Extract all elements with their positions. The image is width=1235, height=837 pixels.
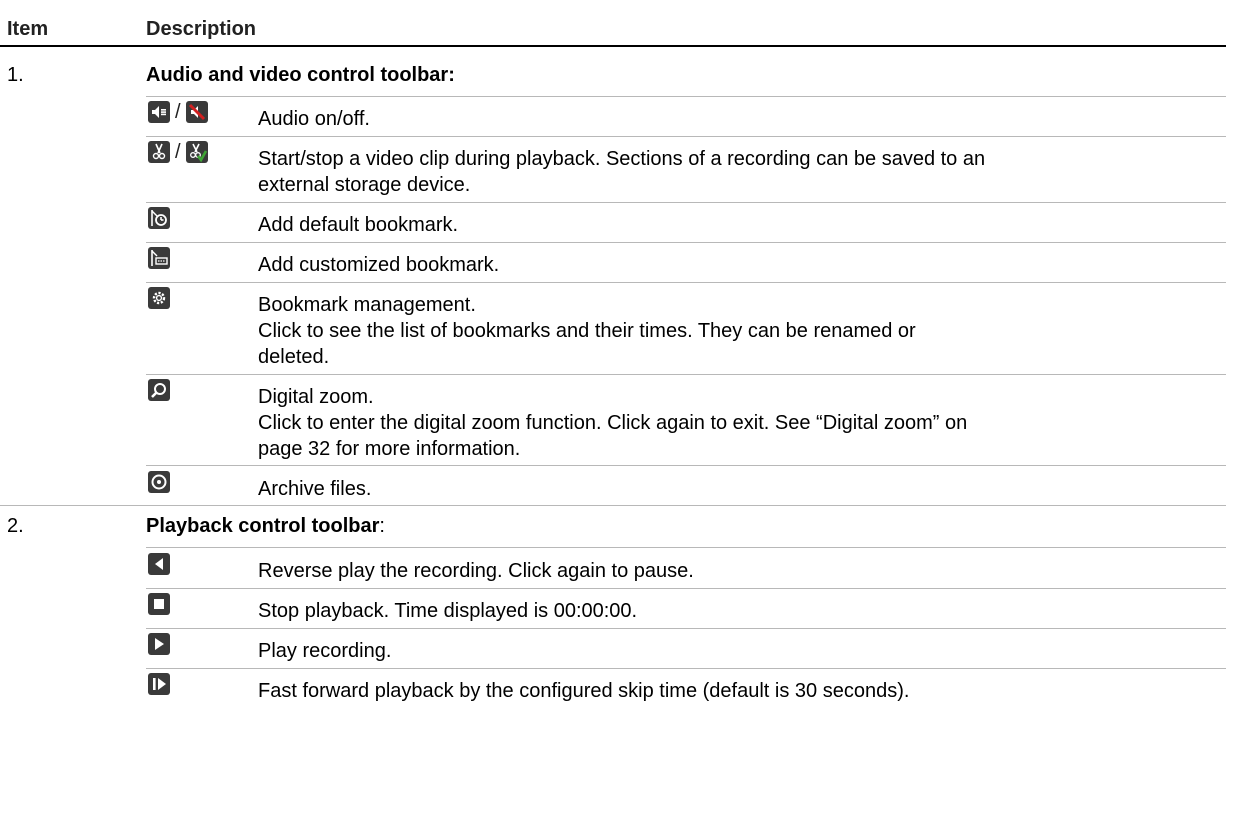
- section-divider: [0, 505, 1226, 506]
- fast-forward-icon: [148, 673, 170, 695]
- row-description: Stop playback. Time displayed is 00:00:0…: [258, 598, 1218, 624]
- row-description: Start/stop a video clip during playback.…: [258, 146, 1218, 198]
- row-divider: [146, 96, 1226, 97]
- row-divider: [146, 668, 1226, 669]
- row-divider: [146, 202, 1226, 203]
- row-description: Add default bookmark.: [258, 212, 1218, 238]
- archive-icon: [148, 471, 170, 493]
- play-icon: [148, 633, 170, 655]
- description-line: Start/stop a video clip during playback.…: [258, 148, 986, 170]
- row-divider: [146, 588, 1226, 589]
- icon-cell: [148, 471, 170, 493]
- row-description: Digital zoom. Click to enter the digital…: [258, 384, 1218, 462]
- description-line: Click to enter the digital zoom function…: [258, 412, 968, 434]
- row-description: Reverse play the recording. Click again …: [258, 558, 1218, 584]
- description-line: Fast forward playback by the configured …: [258, 680, 910, 702]
- icon-cell: [148, 379, 170, 401]
- description-line: deleted.: [258, 346, 330, 368]
- clip-stop-icon: [185, 141, 208, 163]
- row-divider: [146, 136, 1226, 137]
- row-description: Play recording.: [258, 638, 1218, 664]
- section-title-suffix: :: [379, 515, 385, 537]
- description-line: Audio on/off.: [258, 108, 370, 130]
- row-divider: [146, 374, 1226, 375]
- icon-cell: [148, 247, 170, 269]
- row-description: Bookmark management. Click to see the li…: [258, 292, 1218, 370]
- description-line: Play recording.: [258, 640, 392, 662]
- row-divider: [146, 465, 1226, 466]
- icon-cell: [148, 593, 170, 615]
- reverse-play-icon: [148, 553, 170, 575]
- row-description: Add customized bookmark.: [258, 252, 1218, 278]
- section-title-text: Playback control toolbar: [146, 515, 380, 537]
- icon-cell: /: [148, 101, 208, 123]
- description-line: Bookmark management.: [258, 294, 476, 316]
- custom-bookmark-icon: [148, 247, 170, 269]
- section-number: 1.: [7, 64, 24, 86]
- icon-cell: [148, 673, 170, 695]
- bookmark-management-icon: [148, 287, 170, 309]
- row-divider: [146, 282, 1226, 283]
- section-title: Playback control toolbar:: [146, 515, 385, 538]
- row-divider: [146, 547, 1226, 548]
- description-line: Stop playback. Time displayed is 00:00:0…: [258, 600, 638, 622]
- section-title-text: Audio and video control toolbar:: [146, 64, 455, 86]
- description-line: page 32 for more information.: [258, 438, 521, 460]
- description-line: Reverse play the recording. Click again …: [258, 560, 694, 582]
- digital-zoom-icon: [148, 379, 170, 401]
- separator: /: [175, 100, 181, 123]
- section-title: Audio and video control toolbar:: [146, 64, 455, 87]
- description-line: Click to see the list of bookmarks and t…: [258, 320, 916, 342]
- default-bookmark-icon: [148, 207, 170, 229]
- description-line: Add default bookmark.: [258, 214, 459, 236]
- audio-off-icon: [185, 101, 208, 123]
- table-header-item: Item: [7, 18, 49, 40]
- icon-cell: [148, 633, 170, 655]
- clip-start-icon: [148, 141, 170, 163]
- row-description: Archive files.: [258, 476, 1218, 502]
- section-number: 2.: [7, 515, 24, 537]
- header-rule: [0, 45, 1226, 47]
- icon-cell: [148, 287, 170, 309]
- row-description: Audio on/off.: [258, 106, 1218, 132]
- audio-on-icon: [148, 101, 170, 123]
- description-line: Add customized bookmark.: [258, 254, 500, 276]
- row-description: Fast forward playback by the configured …: [258, 678, 1218, 704]
- icon-cell: [148, 553, 170, 575]
- description-line: external storage device.: [258, 174, 471, 196]
- description-line: Archive files.: [258, 478, 372, 500]
- icon-cell: /: [148, 141, 208, 163]
- description-line: Digital zoom.: [258, 386, 374, 408]
- stop-icon: [148, 593, 170, 615]
- table-header-description: Description: [146, 18, 257, 40]
- row-divider: [146, 242, 1226, 243]
- icon-cell: [148, 207, 170, 229]
- separator: /: [175, 140, 181, 163]
- row-divider: [146, 628, 1226, 629]
